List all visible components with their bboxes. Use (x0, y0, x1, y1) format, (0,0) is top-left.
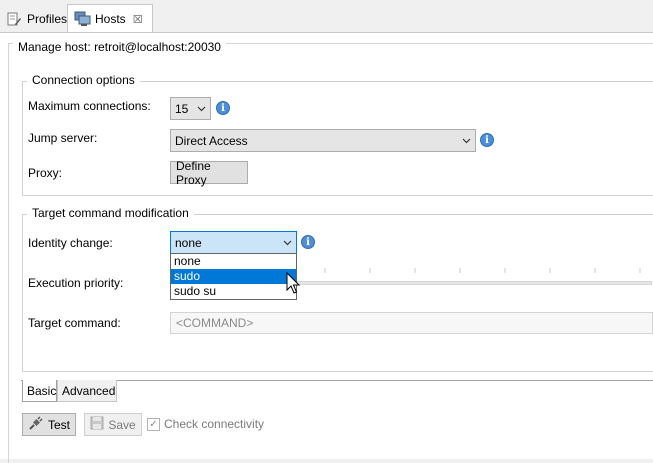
check-connectivity-label: Check connectivity (164, 417, 265, 431)
chevron-down-icon (461, 136, 471, 146)
info-icon[interactable]: i (301, 235, 315, 249)
chevron-down-icon (196, 104, 206, 114)
max-connections-label: Maximum connections: (28, 99, 151, 113)
dropdown-option-sudo[interactable]: sudo (171, 269, 296, 284)
editor-tab-bar: Profiles Hosts ☒ (0, 0, 653, 33)
proxy-label: Proxy: (28, 166, 63, 180)
execution-priority-label: Execution priority: (28, 276, 124, 290)
manage-host-value: retroit@localhost:20030 (94, 40, 221, 54)
info-icon[interactable]: i (480, 133, 494, 147)
info-icon[interactable]: i (216, 101, 230, 115)
max-connections-value: 15 (175, 101, 189, 116)
target-command-legend: Target command modification (27, 206, 194, 220)
chevron-down-icon (282, 238, 292, 248)
identity-change-dropdown: none sudo sudo su (170, 253, 297, 300)
target-command-input[interactable]: <COMMAND> (170, 312, 653, 334)
manage-host-label: Manage host: (18, 40, 91, 54)
tab-profiles[interactable]: Profiles (0, 5, 67, 32)
hosts-icon (74, 11, 91, 27)
hosts-page: Manage host: retroit@localhost:20030 Con… (0, 32, 653, 463)
max-connections-select[interactable]: 15 (170, 97, 211, 120)
tab-hosts[interactable]: Hosts ☒ (67, 4, 153, 33)
identity-change-select[interactable]: none (170, 231, 297, 254)
jump-server-value: Direct Access (175, 133, 248, 148)
test-button-label: Test (48, 417, 71, 432)
define-proxy-button[interactable]: Define Proxy (170, 159, 248, 187)
test-button[interactable]: Test (22, 413, 76, 436)
target-command-group (22, 214, 653, 372)
manage-host-legend: Manage host: retroit@localhost:20030 (13, 40, 226, 54)
plug-icon (28, 415, 44, 434)
target-command-label: Target command: (28, 316, 121, 330)
save-icon (90, 416, 104, 433)
identity-change-label: Identity change: (28, 236, 113, 250)
close-icon[interactable]: ☒ (133, 13, 143, 26)
mouse-cursor-icon (286, 271, 302, 299)
profiles-icon (6, 11, 22, 27)
tab-profiles-label: Profiles (27, 11, 68, 26)
check-connectivity-checkbox[interactable]: ✓ Check connectivity (147, 417, 264, 431)
jump-server-select[interactable]: Direct Access (170, 129, 476, 152)
tab-basic[interactable]: Basic (22, 380, 57, 402)
tab-advanced[interactable]: Advanced (57, 380, 117, 402)
tab-hosts-label: Hosts (95, 12, 126, 26)
execution-priority-ticks (300, 265, 652, 273)
save-button-label: Save (108, 417, 136, 432)
identity-change-value: none (175, 235, 202, 250)
dropdown-option-none[interactable]: none (171, 254, 296, 269)
save-button[interactable]: Save (84, 413, 142, 436)
connection-options-legend: Connection options (27, 73, 140, 87)
checkmark-icon: ✓ (147, 417, 160, 431)
jump-server-label: Jump server: (28, 131, 98, 145)
dropdown-option-sudo-su[interactable]: sudo su (171, 284, 296, 299)
